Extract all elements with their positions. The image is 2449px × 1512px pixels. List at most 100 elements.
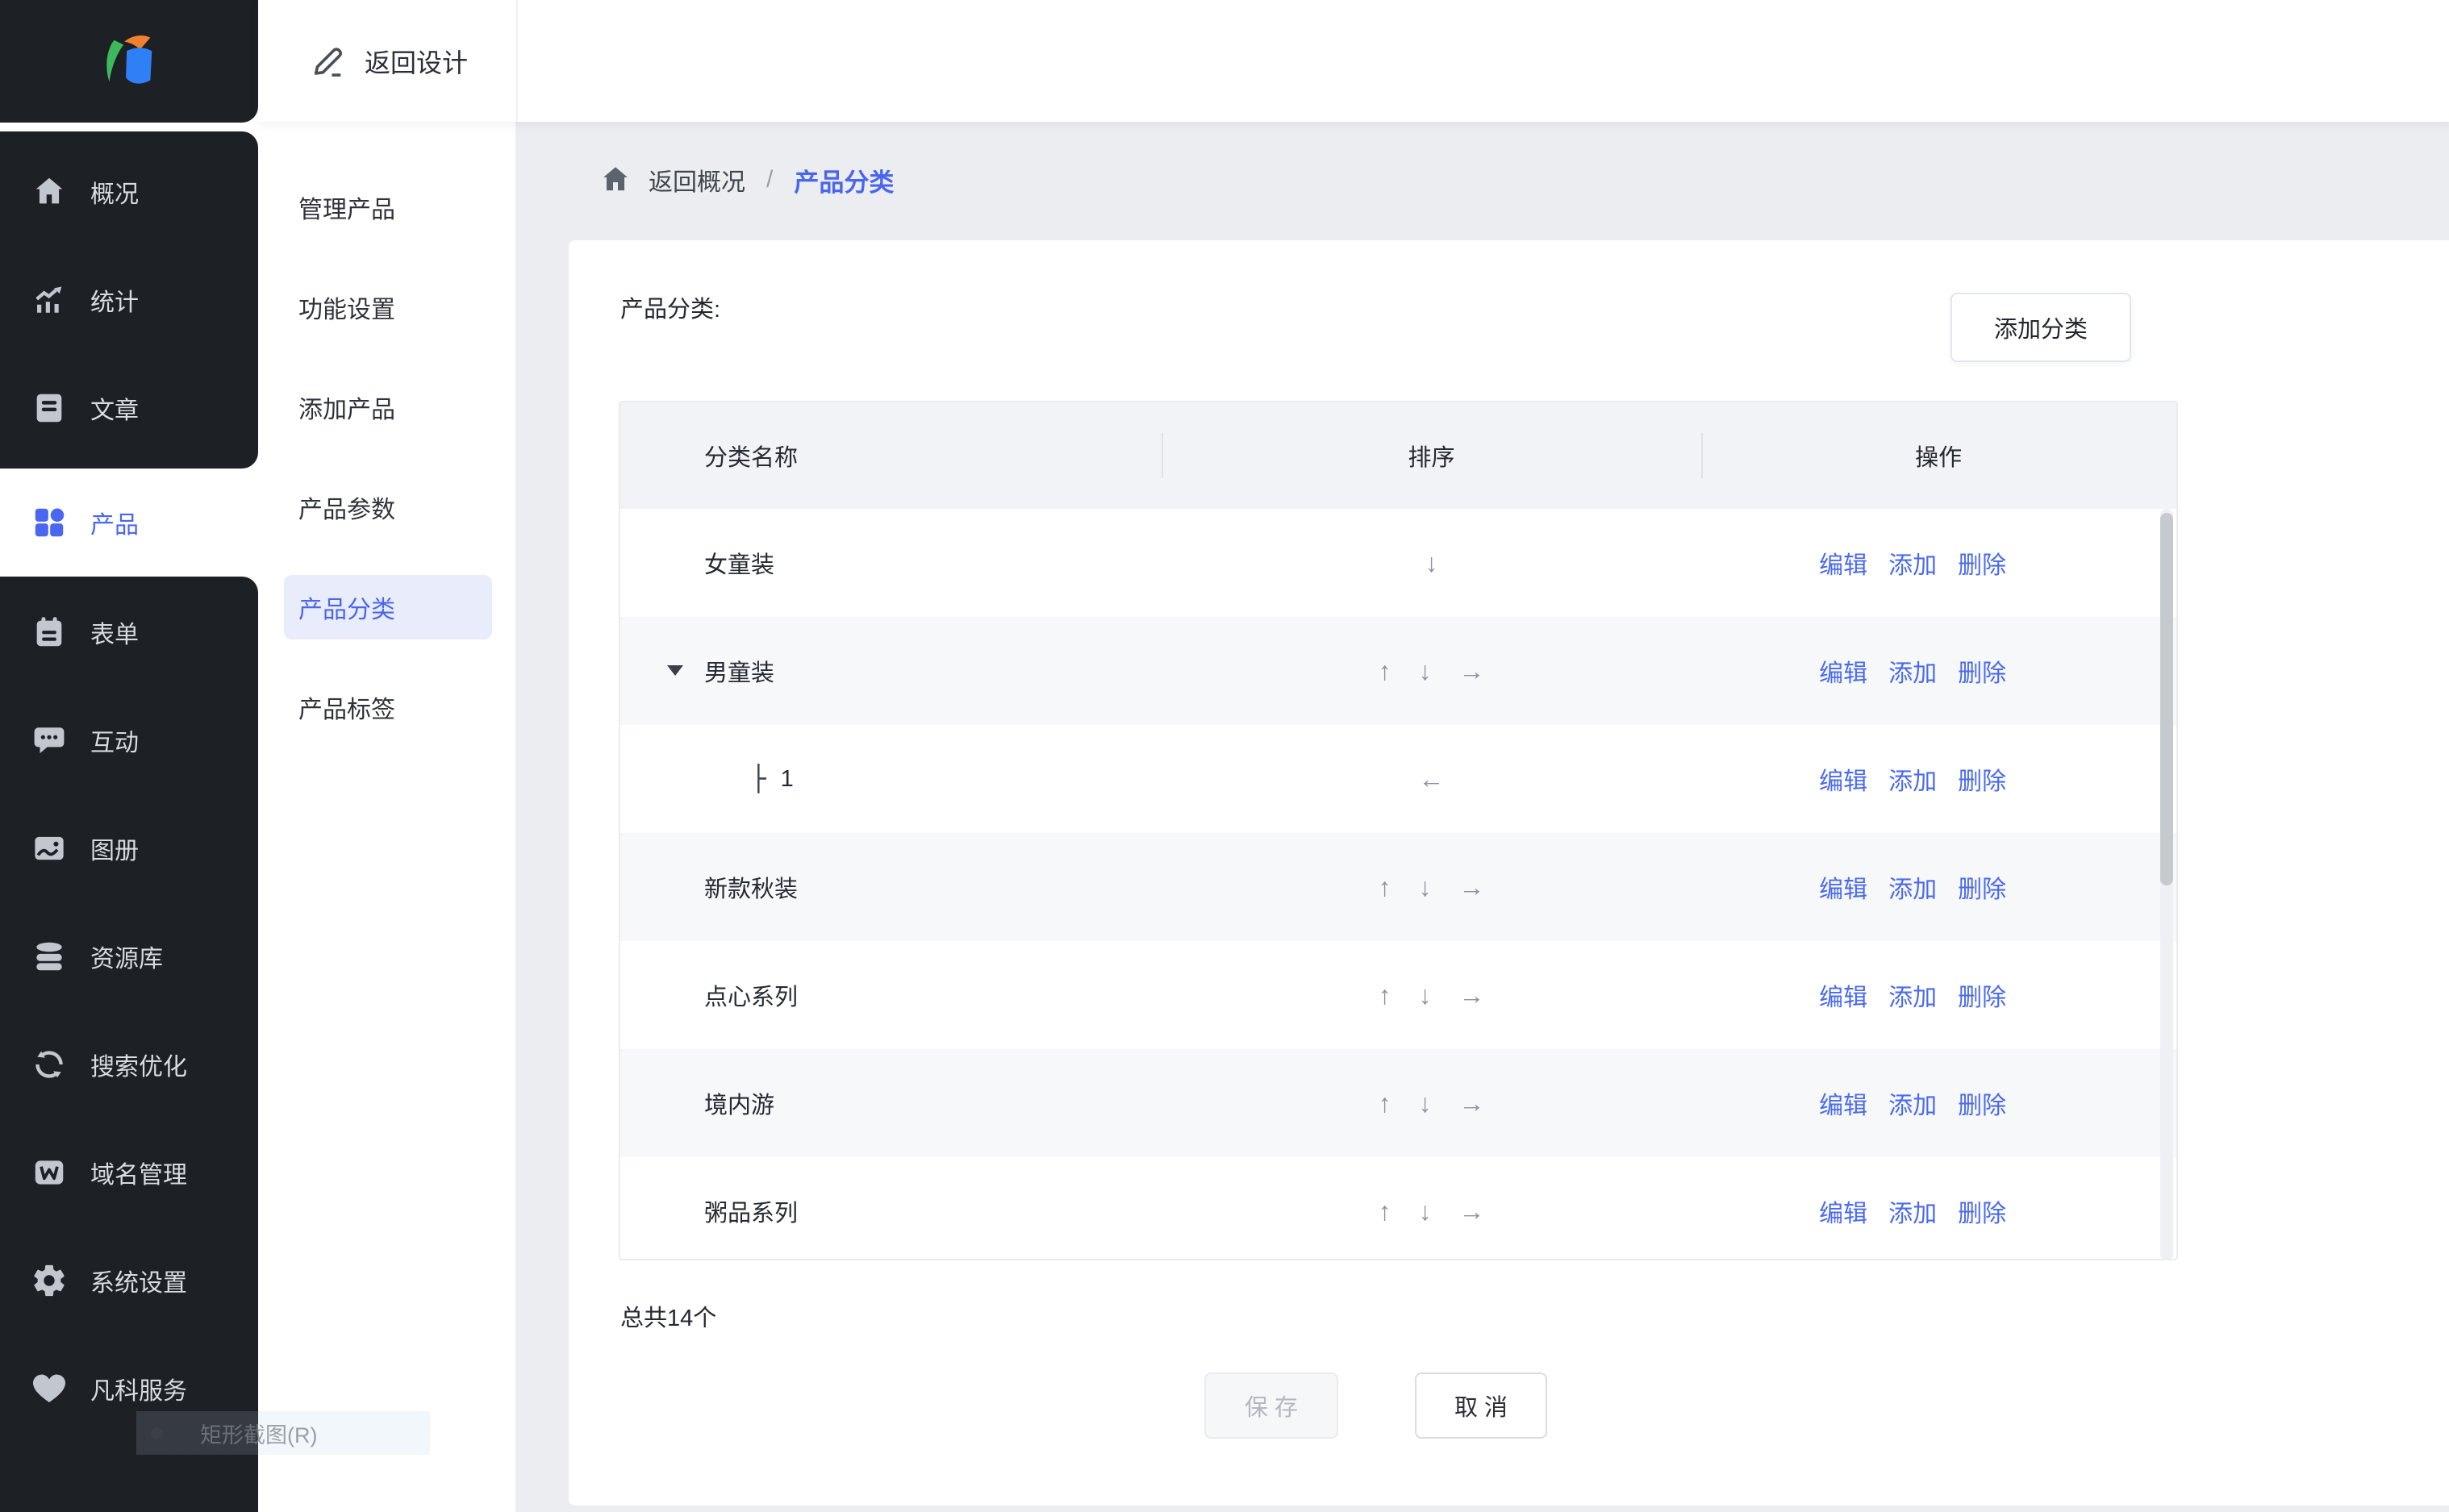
edit-link[interactable]: 编辑 [1819, 653, 1867, 689]
pencil-icon [314, 47, 342, 77]
move-up-icon[interactable]: ↑ [1378, 981, 1391, 1010]
tooltip-dot-icon [151, 1427, 163, 1439]
breadcrumb-current: 产品分类 [794, 168, 895, 197]
sidebar-item-settings[interactable]: 系统设置 [0, 1227, 258, 1335]
column-header-sort: 排序 [1408, 445, 1455, 471]
indent-icon[interactable]: → [1458, 656, 1484, 686]
move-down-icon[interactable]: ↓ [1418, 656, 1431, 686]
add-link[interactable]: 添加 [1888, 1193, 1937, 1229]
sidebar-item-label: 概况 [90, 181, 139, 208]
sidebar-item-domain[interactable]: 域名管理 [0, 1118, 258, 1227]
delete-link[interactable]: 删除 [1958, 653, 2006, 689]
delete-link[interactable]: 删除 [1958, 761, 2006, 797]
gallery-icon [31, 830, 68, 867]
submenu-item-product-tags[interactable]: 产品标签 [284, 675, 492, 739]
table-row: 新款秋装 ↑ ↓ → 编辑 添加 删除 [620, 833, 2176, 941]
home-icon[interactable] [599, 163, 632, 197]
sidebar-item-products-active[interactable]: 产品 [0, 469, 258, 577]
add-link[interactable]: 添加 [1888, 869, 1937, 905]
sidebar-item-forms[interactable]: 表单 [0, 578, 258, 686]
sidebar-item-stats[interactable]: 统计 [0, 246, 258, 354]
admin-page: 概况 统计 文章 产品 表单 互动 图册 资源库 搜索优化 域名管理 系统设置 … [0, 0, 2449, 1512]
cancel-button[interactable]: 取 消 [1415, 1372, 1547, 1439]
move-down-icon[interactable]: ↓ [1418, 873, 1431, 902]
edit-link[interactable]: 编辑 [1819, 761, 1867, 797]
header-separator [1701, 433, 1703, 478]
indent-icon[interactable]: → [1458, 1089, 1484, 1118]
indent-icon[interactable]: → [1458, 981, 1484, 1010]
breadcrumb-back-link[interactable]: 返回概况 [649, 162, 745, 198]
back-to-design-button[interactable]: 返回设计 [310, 0, 468, 122]
outdent-icon[interactable]: ← [1419, 764, 1445, 794]
delete-link[interactable]: 删除 [1958, 545, 2006, 581]
sidebar-item-label: 系统设置 [90, 1270, 187, 1297]
edit-link[interactable]: 编辑 [1819, 977, 1867, 1013]
row-actions: 编辑 添加 删除 [1700, 869, 2176, 905]
delete-link[interactable]: 删除 [1958, 869, 2006, 905]
sidebar-item-label: 表单 [90, 622, 139, 648]
header-separator [1162, 433, 1163, 478]
add-link[interactable]: 添加 [1888, 545, 1937, 581]
sort-controls: ↑ ↓ → [1162, 1089, 1700, 1118]
move-down-icon[interactable]: ↓ [1418, 1089, 1431, 1118]
logo-block [0, 0, 258, 123]
add-link[interactable]: 添加 [1888, 977, 1937, 1013]
category-name: 新款秋装 [704, 877, 799, 902]
edit-link[interactable]: 编辑 [1819, 1085, 1867, 1121]
submenu-item-label: 添加产品 [298, 397, 395, 423]
collapse-caret-icon[interactable] [667, 665, 683, 676]
sidebar-item-articles[interactable]: 文章 [0, 354, 258, 462]
sidebar-item-gallery[interactable]: 图册 [0, 794, 258, 902]
sidebar-item-label: 搜索优化 [90, 1054, 187, 1081]
table-header-row: 分类名称 排序 操作 [620, 402, 2176, 509]
submenu-item-feature-settings[interactable]: 功能设置 [284, 275, 492, 339]
table-row: 女童装 ↓ 编辑 添加 删除 [620, 509, 2176, 617]
indent-icon[interactable]: → [1458, 1197, 1484, 1227]
tooltip-label: 矩形截图(R) [200, 1422, 318, 1447]
sidebar-item-label: 图册 [90, 838, 139, 864]
sidebar-item-seo[interactable]: 搜索优化 [0, 1010, 258, 1118]
delete-link[interactable]: 删除 [1958, 1193, 2006, 1229]
content-panel: 产品分类: 添加分类 分类名称 排序 操作 女童装 ↓ 编辑 添加 删除 男童装… [569, 240, 2449, 1506]
top-bar: 返回设计 [258, 0, 2449, 122]
interaction-icon [31, 722, 68, 759]
move-up-icon[interactable]: ↑ [1378, 656, 1391, 686]
save-button[interactable]: 保 存 [1204, 1372, 1338, 1439]
sidebar-item-label: 互动 [90, 730, 139, 756]
add-link[interactable]: 添加 [1888, 761, 1937, 797]
submenu-item-add-product[interactable]: 添加产品 [284, 375, 492, 439]
move-up-icon[interactable]: ↑ [1378, 873, 1391, 902]
fkw-logo[interactable] [90, 27, 168, 96]
move-up-icon[interactable]: ↑ [1378, 1197, 1391, 1227]
sidebar-item-overview[interactable]: 概况 [0, 138, 258, 246]
edit-link[interactable]: 编辑 [1819, 545, 1867, 581]
library-icon [31, 938, 68, 975]
sidebar-item-interaction[interactable]: 互动 [0, 686, 258, 794]
move-up-icon[interactable]: ↑ [1378, 1089, 1391, 1118]
indent-icon[interactable]: → [1458, 873, 1484, 902]
edit-link[interactable]: 编辑 [1819, 1193, 1867, 1229]
submenu-item-product-params[interactable]: 产品参数 [284, 475, 492, 539]
category-name: 粥品系列 [704, 1201, 799, 1227]
submenu-item-manage-products[interactable]: 管理产品 [284, 175, 492, 240]
category-name: 女童装 [704, 552, 775, 578]
sidebar-item-library[interactable]: 资源库 [0, 902, 258, 1010]
submenu-item-product-categories[interactable]: 产品分类 [284, 575, 492, 639]
row-actions: 编辑 添加 删除 [1700, 977, 2176, 1013]
add-link[interactable]: 添加 [1888, 653, 1937, 689]
category-name: 男童装 [620, 654, 1162, 688]
table-row: 境内游 ↑ ↓ → 编辑 添加 删除 [620, 1049, 2176, 1157]
add-link[interactable]: 添加 [1888, 1085, 1937, 1121]
move-down-icon[interactable]: ↓ [1418, 981, 1431, 1010]
move-down-icon[interactable]: ↓ [1418, 1197, 1431, 1227]
table-scrollbar-thumb[interactable] [2160, 513, 2173, 885]
seo-icon [31, 1046, 68, 1083]
add-category-button[interactable]: 添加分类 [1950, 293, 2131, 362]
row-actions: 编辑 添加 删除 [1700, 761, 2176, 797]
submenu-item-label: 产品参数 [298, 497, 395, 523]
move-down-icon[interactable]: ↓ [1425, 548, 1437, 578]
delete-link[interactable]: 删除 [1958, 977, 2006, 1013]
delete-link[interactable]: 删除 [1958, 1085, 2006, 1121]
edit-link[interactable]: 编辑 [1819, 869, 1867, 905]
column-header-name: 分类名称 [704, 445, 799, 471]
